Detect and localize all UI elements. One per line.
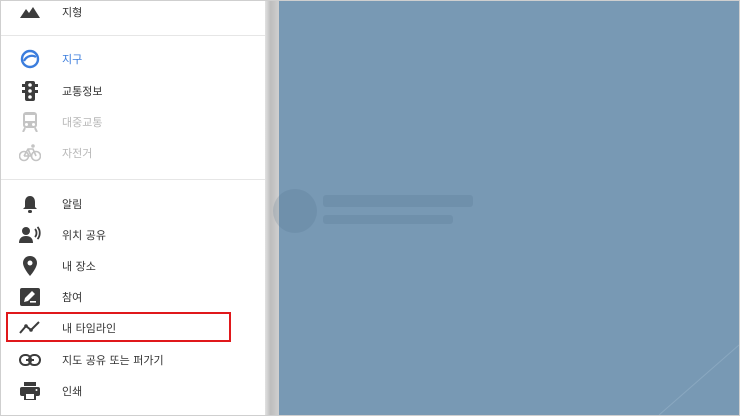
person-share-icon [19, 224, 41, 246]
menu-item-label: 교통정보 [62, 84, 103, 98]
menu-item-label: 지도 공유 또는 퍼가기 [62, 353, 164, 367]
bell-icon [19, 193, 41, 215]
menu-item-bicycle[interactable]: 자전거 [1, 137, 265, 168]
menu-item-share-embed[interactable]: 지도 공유 또는 퍼가기 [1, 344, 265, 375]
mountain-icon [19, 1, 41, 23]
menu-item-terrain[interactable]: 지형 [1, 1, 265, 27]
menu-item-location-sharing[interactable]: 위치 공유 [1, 219, 265, 250]
menu-item-label: 대중교통 [62, 115, 103, 129]
menu-item-contribute[interactable]: 참여 [1, 281, 265, 312]
traffic-light-icon [19, 80, 41, 102]
menu-item-your-places[interactable]: 내 장소 [1, 250, 265, 281]
map-pin-icon [19, 255, 41, 277]
globe-icon [19, 48, 41, 70]
section-divider [1, 35, 265, 36]
side-menu: 지형 지구 교통정보 대중교통 자전거 알림 위치 공유 내 장소 참여 내 타… [1, 1, 265, 415]
menu-item-print[interactable]: 인쇄 [1, 375, 265, 406]
highlight-annotation-box [6, 312, 231, 342]
section-divider [1, 179, 265, 180]
print-icon [19, 380, 41, 402]
menu-item-label: 자전거 [62, 146, 93, 160]
menu-item-label: 알림 [62, 197, 83, 211]
menu-item-label: 참여 [62, 290, 83, 304]
edit-icon [19, 286, 41, 308]
menu-item-label: 위치 공유 [62, 228, 106, 242]
train-icon [19, 111, 41, 133]
menu-item-transit[interactable]: 대중교통 [1, 106, 265, 137]
menu-item-label: 인쇄 [62, 384, 83, 398]
menu-item-earth[interactable]: 지구 [1, 43, 265, 74]
menu-item-label: 내 장소 [62, 259, 96, 273]
screenshot-frame: 지형 지구 교통정보 대중교통 자전거 알림 위치 공유 내 장소 참여 내 타… [0, 0, 740, 416]
menu-item-traffic[interactable]: 교통정보 [1, 75, 265, 106]
map-road-line [659, 344, 739, 415]
menu-item-notifications[interactable]: 알림 [1, 188, 265, 219]
watermark-logo [273, 189, 473, 233]
menu-item-label: 지형 [62, 5, 83, 19]
menu-item-label: 지구 [62, 52, 83, 66]
bicycle-icon [19, 142, 41, 164]
link-icon [19, 349, 41, 371]
